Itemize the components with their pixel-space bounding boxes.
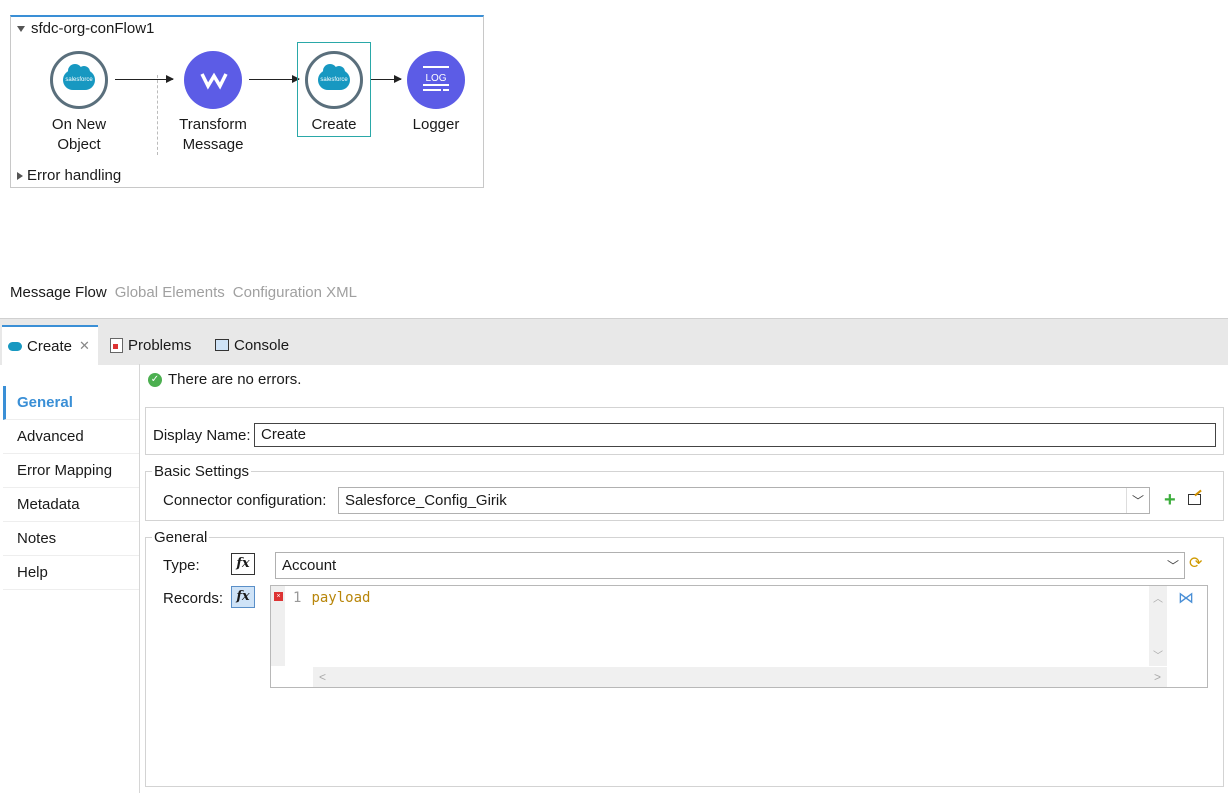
records-label: Records: — [163, 590, 223, 607]
tab-message-flow[interactable]: Message Flow — [10, 284, 107, 301]
vertical-scrollbar[interactable]: ︿ ﹀ — [1149, 586, 1167, 666]
flow-node-transform-message[interactable]: Transform Message — [173, 51, 253, 155]
horizontal-scrollbar[interactable]: < > — [313, 667, 1167, 687]
node-label: Message — [173, 135, 253, 155]
properties-side-nav: General Advanced Error Mapping Metadata … — [3, 364, 140, 793]
flow-node-on-new-object[interactable]: salesforce On New Object — [39, 51, 119, 155]
node-label: On New — [39, 115, 119, 135]
refresh-metadata-icon[interactable]: ⟳ — [1189, 553, 1202, 573]
transform-mapping-icon[interactable]: ⋈ — [1178, 588, 1194, 608]
edit-config-icon[interactable] — [1188, 494, 1201, 505]
code-line: 1payload — [293, 590, 370, 606]
display-name-input[interactable]: Create — [254, 423, 1216, 447]
connector-config-label: Connector configuration: — [163, 492, 326, 509]
node-label: Logger — [396, 115, 476, 135]
tab-global-elements[interactable]: Global Elements — [115, 284, 225, 301]
type-label: Type: — [163, 557, 200, 574]
scroll-down-icon[interactable]: ﹀ — [1153, 647, 1163, 662]
sidebar-item-notes[interactable]: Notes — [3, 522, 139, 556]
expand-icon[interactable] — [17, 172, 23, 180]
editor-tabs: Message Flow Global Elements Configurati… — [10, 284, 357, 301]
node-label: Transform — [173, 115, 253, 135]
validation-status: ✓ There are no errors. — [148, 371, 301, 388]
basic-settings-legend: Basic Settings — [152, 463, 251, 480]
sidebar-item-general[interactable]: General — [3, 386, 139, 420]
collapse-icon[interactable] — [17, 26, 25, 32]
sidebar-item-advanced[interactable]: Advanced — [3, 420, 139, 454]
flow-title: sfdc-org-conFlow1 — [31, 20, 154, 37]
flow-arrow — [249, 79, 299, 80]
general-legend: General — [152, 529, 209, 546]
scroll-up-icon[interactable]: ︿ — [1153, 590, 1163, 605]
console-icon — [215, 339, 229, 351]
flow-canvas: sfdc-org-conFlow1 salesforce On New Obje… — [10, 15, 484, 188]
add-config-icon[interactable]: + — [1164, 492, 1176, 508]
check-icon: ✓ — [148, 373, 162, 387]
scroll-right-icon[interactable]: > — [1154, 670, 1161, 684]
svg-text:LOG: LOG — [425, 73, 446, 84]
sidebar-item-metadata[interactable]: Metadata — [3, 488, 139, 522]
node-label: Object — [39, 135, 119, 155]
sidebar-item-error-mapping[interactable]: Error Mapping — [3, 454, 139, 488]
display-name-label: Display Name: — [153, 427, 251, 444]
error-handling-section[interactable]: Error handling — [17, 167, 121, 184]
salesforce-icon: salesforce — [50, 51, 108, 109]
scroll-left-icon[interactable]: < — [319, 670, 326, 684]
log-icon: LOG — [407, 51, 465, 109]
sidebar-item-help[interactable]: Help — [3, 556, 139, 590]
chevron-down-icon: ﹀ — [1162, 553, 1184, 578]
type-select[interactable]: Account ﹀ — [275, 552, 1185, 579]
panel-tab-bar: Create ✕ Problems Console — [0, 318, 1228, 365]
flow-arrow — [115, 79, 173, 80]
connector-config-select[interactable]: Salesforce_Config_Girik ﹀ — [338, 487, 1150, 514]
dataweave-icon — [184, 51, 242, 109]
flow-node-logger[interactable]: LOG Logger — [396, 51, 476, 135]
tab-console[interactable]: Console — [209, 325, 295, 365]
flow-header[interactable]: sfdc-org-conFlow1 — [17, 20, 154, 37]
node-label: Create — [294, 115, 374, 135]
source-divider — [157, 75, 158, 155]
problems-icon — [110, 338, 123, 353]
flow-node-create[interactable]: salesforce Create — [294, 51, 374, 135]
error-marker-icon: × — [274, 592, 283, 601]
salesforce-icon: salesforce — [305, 51, 363, 109]
tab-create[interactable]: Create ✕ — [2, 325, 98, 365]
records-expression-editor[interactable]: × 1payload ︿ ﹀ < > — [270, 585, 1208, 688]
close-icon[interactable]: ✕ — [79, 338, 90, 354]
chevron-down-icon: ﹀ — [1126, 488, 1149, 513]
type-fx-button[interactable]: fx — [231, 553, 255, 575]
records-fx-button[interactable]: fx — [231, 586, 255, 608]
salesforce-icon — [8, 342, 22, 351]
tab-configuration-xml[interactable]: Configuration XML — [233, 284, 357, 301]
tab-problems[interactable]: Problems — [104, 325, 197, 365]
